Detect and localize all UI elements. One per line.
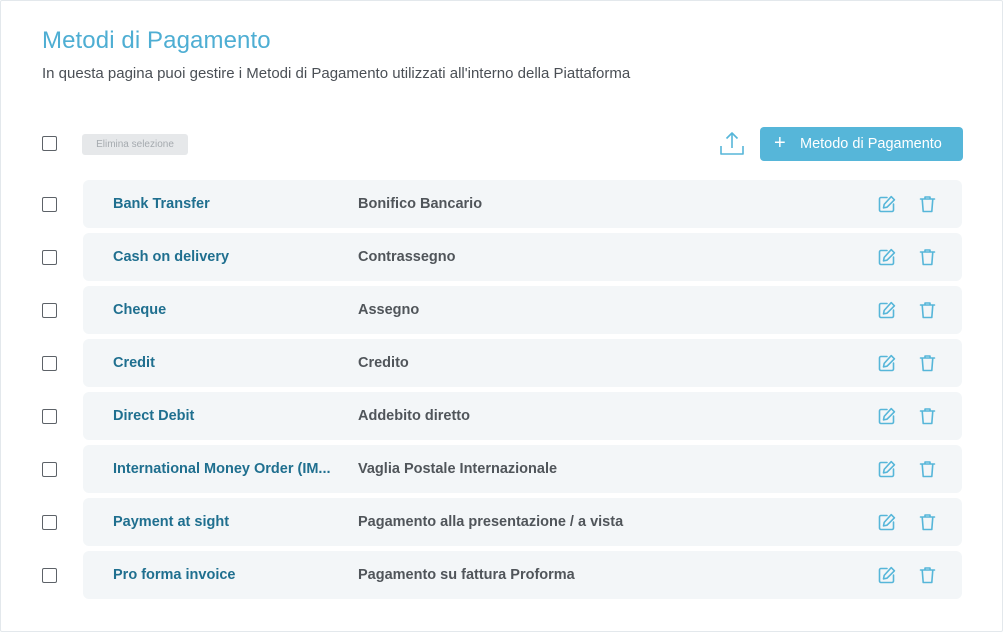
edit-icon (878, 301, 896, 319)
edit-icon (878, 354, 896, 372)
row-checkbox[interactable] (42, 303, 57, 318)
edit-button[interactable] (878, 248, 896, 266)
trash-icon (919, 249, 936, 266)
payment-method-name[interactable]: Payment at sight (113, 498, 335, 546)
payment-method-name[interactable]: Pro forma invoice (113, 551, 335, 599)
page-container: Metodi di Pagamento In questa pagina puo… (0, 0, 1003, 632)
table-row: Cheque Assegno (83, 286, 962, 334)
add-payment-method-button[interactable]: + Metodo di Pagamento (760, 127, 963, 161)
trash-icon (919, 514, 936, 531)
table-row: Payment at sight Pagamento alla presentaz… (83, 498, 962, 546)
edit-icon (878, 566, 896, 584)
table-row: Bank Transfer Bonifico Bancario (83, 180, 962, 228)
row-checkbox[interactable] (42, 568, 57, 583)
add-button-label: Metodo di Pagamento (800, 136, 942, 152)
delete-button[interactable] (919, 407, 936, 425)
plus-icon: + (774, 132, 786, 154)
edit-button[interactable] (878, 513, 896, 531)
payment-method-name[interactable]: Direct Debit (113, 392, 335, 440)
table-row: Credit Credito (83, 339, 962, 387)
payment-method-description: Pagamento alla presentazione / a vista (358, 514, 624, 530)
row-checkbox[interactable] (42, 462, 57, 477)
edit-icon (878, 407, 896, 425)
edit-button[interactable] (878, 354, 896, 372)
trash-icon (919, 408, 936, 425)
edit-button[interactable] (878, 407, 896, 425)
edit-button[interactable] (878, 301, 896, 319)
delete-button[interactable] (919, 513, 936, 531)
trash-icon (919, 355, 936, 372)
page-subtitle: In questa pagina puoi gestire i Metodi d… (42, 65, 631, 82)
delete-button[interactable] (919, 195, 936, 213)
trash-icon (919, 461, 936, 478)
table-row: International Money Order (IM... Vaglia P… (83, 445, 962, 493)
delete-selection-button[interactable]: Elimina selezione (82, 134, 188, 155)
row-checkbox[interactable] (42, 356, 57, 371)
payment-method-name[interactable]: Bank Transfer (113, 180, 335, 228)
table-row: Pro forma invoice Pagamento su fattura Pr… (83, 551, 962, 599)
row-checkbox[interactable] (42, 197, 57, 212)
trash-icon (919, 302, 936, 319)
delete-button[interactable] (919, 354, 936, 372)
payment-method-description: Addebito diretto (358, 408, 470, 424)
edit-icon (878, 248, 896, 266)
payment-method-name[interactable]: Cash on delivery (113, 233, 335, 281)
upload-button[interactable] (717, 129, 747, 159)
payment-method-description: Vaglia Postale Internazionale (358, 461, 558, 477)
payment-method-description: Contrassegno (358, 249, 456, 265)
delete-button[interactable] (919, 248, 936, 266)
payment-method-description: Assegno (358, 302, 420, 318)
payment-method-description: Pagamento su fattura Proforma (358, 567, 575, 583)
trash-icon (919, 567, 936, 584)
payment-method-description: Bonifico Bancario (358, 196, 483, 212)
edit-button[interactable] (878, 195, 896, 213)
edit-button[interactable] (878, 566, 896, 584)
trash-icon (919, 196, 936, 213)
delete-button[interactable] (919, 460, 936, 478)
payment-method-name[interactable]: Cheque (113, 286, 335, 334)
edit-icon (878, 460, 896, 478)
row-checkbox[interactable] (42, 515, 57, 530)
edit-icon (878, 195, 896, 213)
edit-icon (878, 513, 896, 531)
select-all-checkbox[interactable] (42, 136, 57, 151)
row-checkbox[interactable] (42, 250, 57, 265)
payment-method-name[interactable]: Credit (113, 339, 335, 387)
payment-method-description: Credito (358, 355, 409, 371)
page-title: Metodi di Pagamento (42, 27, 271, 54)
table-row: Direct Debit Addebito diretto (83, 392, 962, 440)
upload-icon (720, 132, 744, 155)
edit-button[interactable] (878, 460, 896, 478)
payment-method-name[interactable]: International Money Order (IM... (113, 445, 335, 493)
delete-button[interactable] (919, 566, 936, 584)
row-checkbox[interactable] (42, 409, 57, 424)
delete-button[interactable] (919, 301, 936, 319)
table-row: Cash on delivery Contrassegno (83, 233, 962, 281)
